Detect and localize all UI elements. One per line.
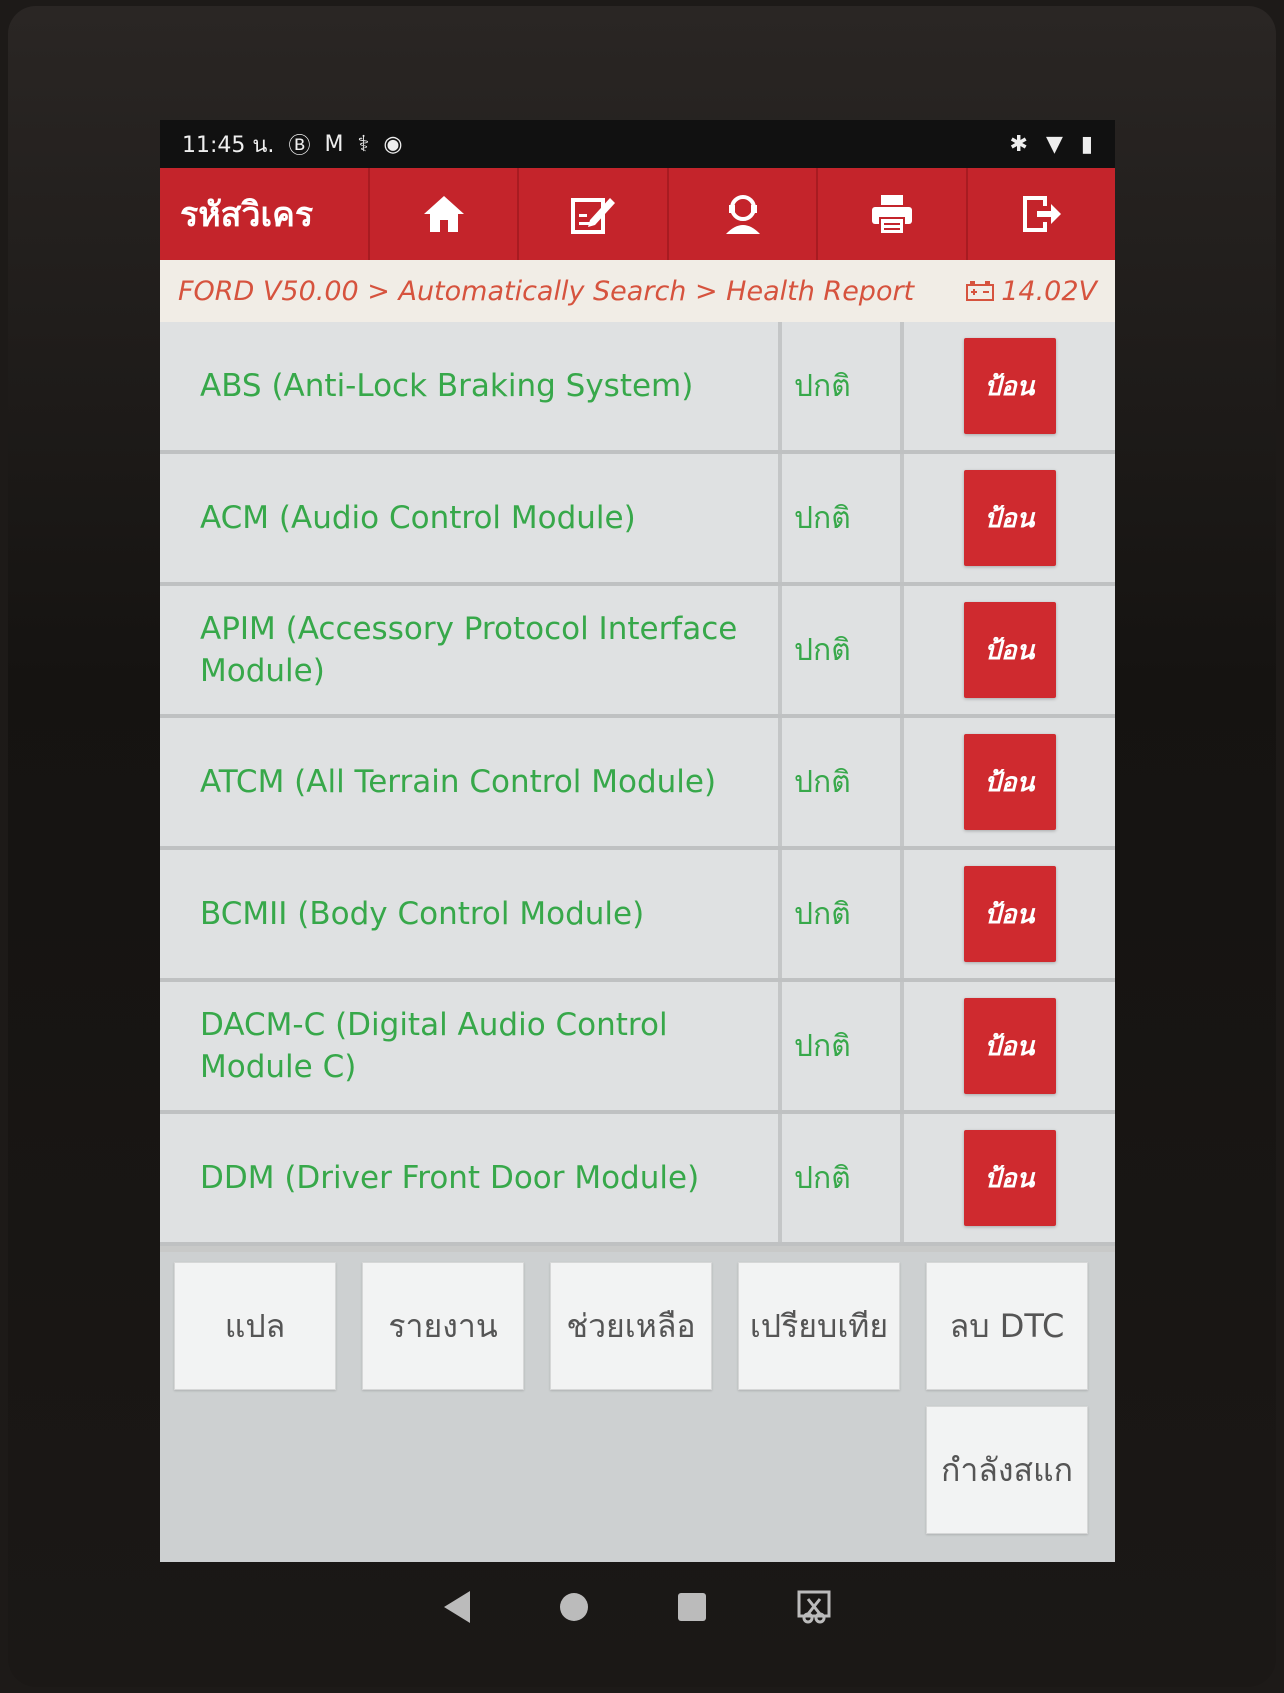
device-screen: 11:45 น. Ⓑ M ⚕ ◉ ✱ ▼ ▮ รหัสวิเคร FORD V5… [160, 120, 1115, 1562]
module-row: ACM (Audio Control Module) ปกติ ป้อน [160, 454, 1115, 586]
print-button[interactable] [818, 168, 968, 260]
home-circle-icon[interactable] [559, 1593, 588, 1621]
top-toolbar: รหัสวิเคร [160, 168, 1115, 260]
user-icon [725, 195, 760, 234]
bluetooth-audio-icon: Ⓑ [288, 134, 311, 159]
home-button[interactable] [370, 168, 520, 260]
enter-button[interactable]: ป้อน [963, 734, 1056, 830]
clear-dtc-button[interactable]: ลบ DTC [926, 1262, 1088, 1390]
module-status: ปกติ [782, 322, 904, 450]
print-icon [871, 195, 912, 235]
exit-button[interactable] [968, 168, 1115, 260]
recent-apps-icon[interactable] [677, 1593, 706, 1621]
edit-icon [571, 198, 616, 234]
module-row: BCMII (Body Control Module) ปกติ ป้อน [160, 850, 1115, 982]
gmail-icon: M [324, 131, 344, 157]
user-button[interactable] [669, 168, 819, 260]
module-name: APIM (Accessory Protocol Interface Modul… [160, 586, 782, 714]
module-status: ปกติ [782, 1114, 904, 1242]
module-row: DACM-C (Digital Audio Control Module C) … [160, 982, 1115, 1114]
enter-button[interactable]: ป้อน [963, 602, 1056, 698]
back-icon[interactable] [443, 1591, 470, 1623]
usb-debug-icon: ⚕ [357, 131, 370, 157]
module-status: ปกติ [782, 586, 904, 714]
module-status: ปกติ [782, 850, 904, 978]
report-button[interactable]: รายงาน [362, 1262, 524, 1390]
system-nav-bar [160, 1562, 1115, 1652]
battery-voltage: 14.02V [965, 276, 1097, 307]
wifi-icon: ▼ [1045, 131, 1063, 157]
car-battery-icon [966, 281, 995, 301]
exit-icon [1023, 196, 1062, 232]
bottom-action-bar: แปล รายงาน ช่วยเหลือ เปรียบเทีย ลบ DTC ก… [160, 1252, 1115, 1562]
breadcrumb-bar: FORD V50.00 > Automatically Search > Hea… [160, 260, 1115, 322]
bluetooth-icon: ✱ [1009, 131, 1028, 157]
edit-button[interactable] [519, 168, 669, 260]
module-status: ปกติ [782, 982, 904, 1110]
enter-button[interactable]: ป้อน [963, 338, 1056, 434]
module-status: ปกติ [782, 454, 904, 582]
module-name: ATCM (All Terrain Control Module) [160, 718, 782, 846]
module-row: ATCM (All Terrain Control Module) ปกติ ป… [160, 718, 1115, 850]
module-name: ABS (Anti-Lock Braking System) [160, 322, 782, 450]
enter-button[interactable]: ป้อน [963, 866, 1056, 962]
module-name: DACM-C (Digital Audio Control Module C) [160, 982, 782, 1110]
module-name: BCMII (Body Control Module) [160, 850, 782, 978]
voltage-value: 14.02V [1001, 275, 1097, 307]
translate-button[interactable]: แปล [174, 1262, 336, 1390]
module-list: ABS (Anti-Lock Braking System) ปกติ ป้อน… [160, 322, 1115, 1252]
status-time: 11:45 น. [182, 132, 275, 158]
breadcrumb: FORD V50.00 > Automatically Search > Hea… [178, 275, 915, 307]
status-bar: 11:45 น. Ⓑ M ⚕ ◉ ✱ ▼ ▮ [160, 120, 1115, 168]
module-row: APIM (Accessory Protocol Interface Modul… [160, 586, 1115, 718]
compare-button[interactable]: เปรียบเทีย [738, 1262, 900, 1390]
module-row: ABS (Anti-Lock Braking System) ปกติ ป้อน [160, 322, 1115, 454]
battery-icon: ▮ [1080, 131, 1093, 157]
app-icon: ◉ [383, 131, 403, 157]
enter-button[interactable]: ป้อน [963, 470, 1056, 566]
enter-button[interactable]: ป้อน [963, 1130, 1056, 1226]
module-row: DDM (Driver Front Door Module) ปกติ ป้อน [160, 1114, 1115, 1246]
home-icon [423, 196, 464, 232]
scanning-button[interactable]: กำลังสแก [926, 1406, 1088, 1534]
page-title: รหัสวิเคร [160, 168, 370, 260]
module-status: ปกติ [782, 718, 904, 846]
screenshot-icon[interactable] [796, 1589, 832, 1625]
enter-button[interactable]: ป้อน [963, 998, 1056, 1094]
help-button[interactable]: ช่วยเหลือ [550, 1262, 712, 1390]
module-name: DDM (Driver Front Door Module) [160, 1114, 782, 1242]
module-name: ACM (Audio Control Module) [160, 454, 782, 582]
